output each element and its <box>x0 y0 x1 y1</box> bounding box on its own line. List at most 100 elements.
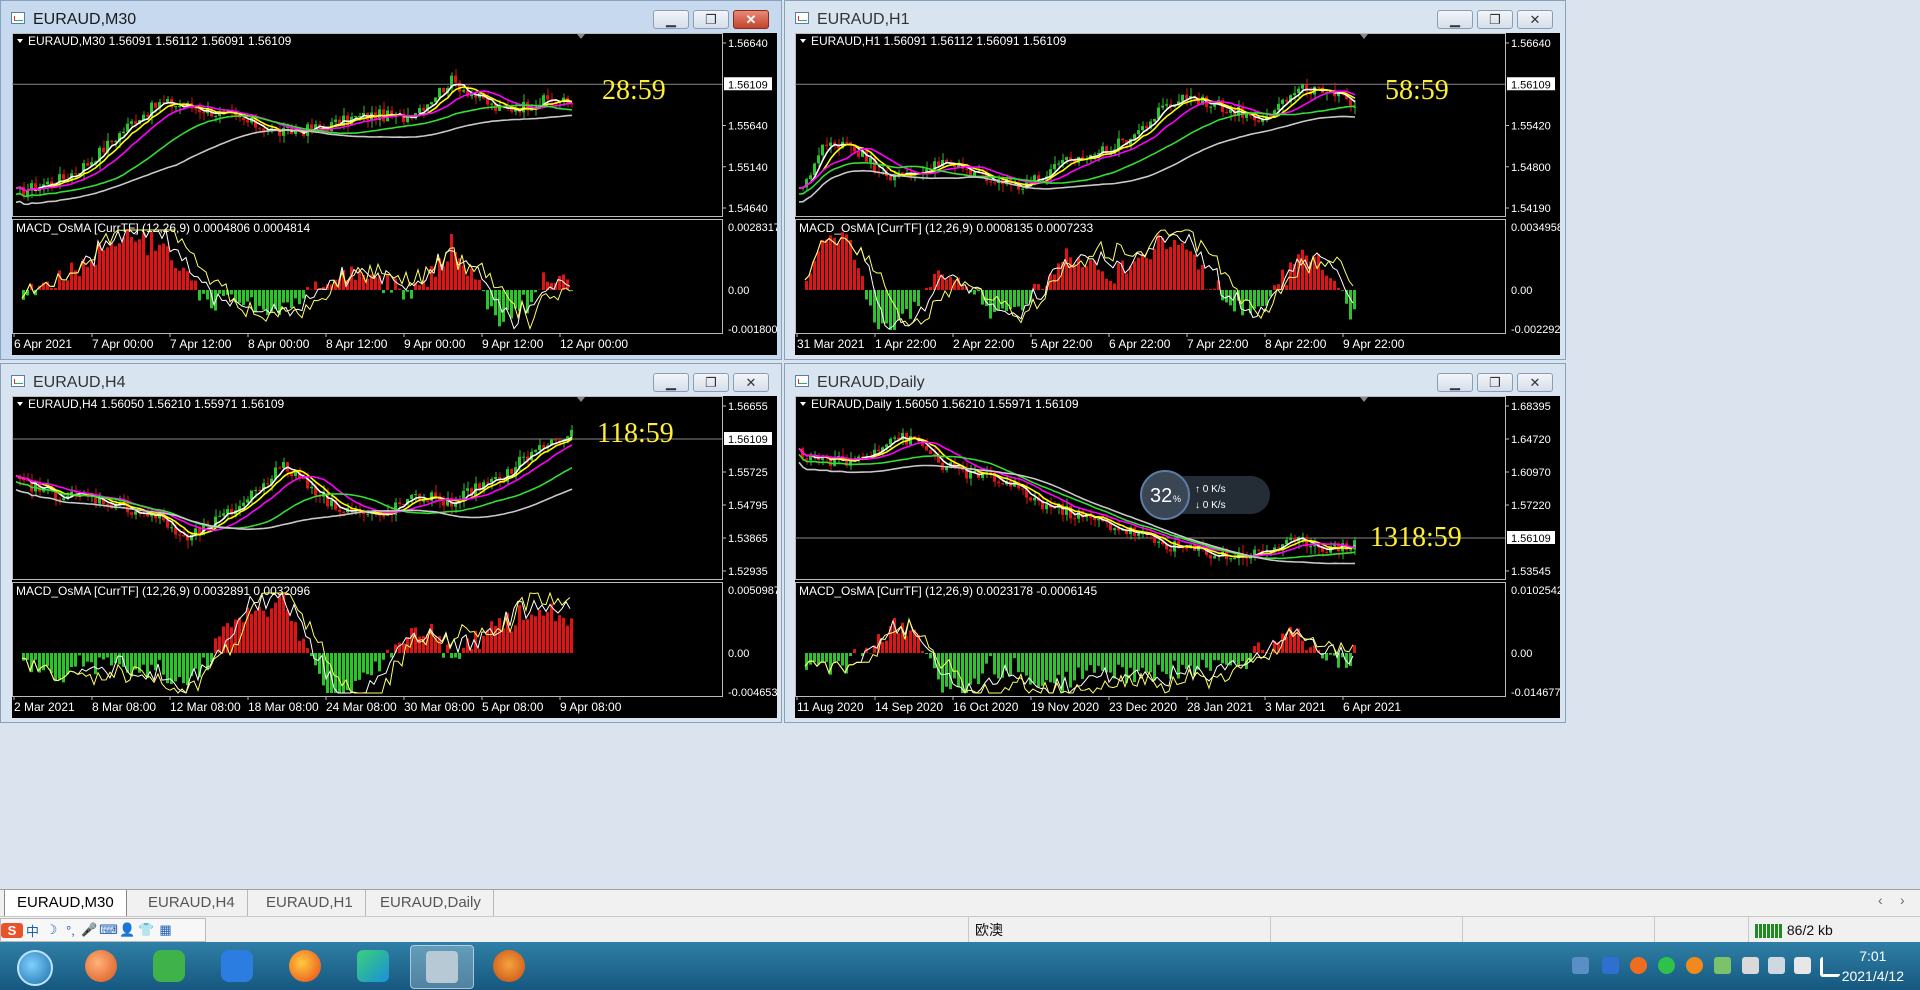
minimize-button[interactable]: ▁ <box>1437 10 1473 29</box>
macd-bar <box>170 260 173 290</box>
candle <box>1137 533 1140 536</box>
tray-wechat-icon[interactable] <box>1658 957 1675 974</box>
close-button[interactable]: ✕ <box>733 373 769 392</box>
tab-scroll-left-icon[interactable]: ‹ <box>1878 892 1883 908</box>
macd-bar <box>941 653 944 693</box>
user-icon[interactable]: 👤 <box>118 922 137 938</box>
macd-bar <box>1001 290 1004 309</box>
keyboard-icon[interactable]: ⌨ <box>99 922 118 938</box>
moon-icon[interactable]: ☽ <box>42 922 61 938</box>
taskbar-app-firefox[interactable] <box>274 945 336 987</box>
taskbar-app-notes[interactable] <box>206 945 268 987</box>
tray-shield-icon[interactable] <box>1602 957 1619 974</box>
macd-bar <box>126 230 129 290</box>
close-button[interactable]: ✕ <box>733 10 769 29</box>
close-button[interactable]: ✕ <box>1517 10 1553 29</box>
dropdown-icon <box>800 402 806 406</box>
minimize-button[interactable]: ▁ <box>653 373 689 392</box>
minimize-button[interactable]: ▁ <box>653 10 689 29</box>
candle <box>114 141 117 143</box>
macd-bar <box>542 615 545 653</box>
minimize-icon: ▁ <box>666 375 676 390</box>
macd-bar <box>454 653 457 658</box>
tab-euraud-h4[interactable]: EURAUD,H4 <box>136 890 248 916</box>
macd-bar <box>1205 289 1208 290</box>
tray-firefox-icon[interactable] <box>1686 957 1703 974</box>
upload-speed: ↑ 0 K/s <box>1195 484 1226 495</box>
macd-axis-label: 0.0034958 <box>1511 222 1560 234</box>
tray-usb-icon[interactable] <box>1572 957 1589 974</box>
taskbar-app-ninja[interactable] <box>478 945 540 987</box>
candle <box>1033 497 1036 501</box>
system-clock[interactable]: 7:01 2021/4/12 <box>1842 946 1904 986</box>
candle <box>434 97 437 103</box>
chart-area[interactable]: EURAUD,M30 1.56091 1.56112 1.56091 1.561… <box>12 33 777 355</box>
candle <box>1097 519 1100 521</box>
chart-window-h1[interactable]: EURAUD,H1 ▁ ❐ ✕ EURAUD,H1 1.56091 1.5611… <box>784 0 1566 360</box>
time-axis-label: 6 Apr 2021 <box>14 337 72 351</box>
maximize-button[interactable]: ❐ <box>1477 10 1513 29</box>
candle <box>358 115 361 117</box>
tab-euraud-m30[interactable]: EURAUD,M30 <box>4 890 127 917</box>
microphone-icon[interactable]: 🎤 <box>80 922 99 938</box>
tab-euraud-h1[interactable]: EURAUD,H1 <box>254 890 366 916</box>
candle <box>1157 541 1160 543</box>
skin-icon[interactable]: 👕 <box>137 922 156 938</box>
macd-bar <box>925 653 928 655</box>
chart-window-m30[interactable]: EURAUD,M30 ▁ ❐ ✕ EURAUD,M30 1.56091 1.56… <box>0 0 782 360</box>
macd-bar <box>266 616 269 653</box>
macd-axis-label: 0.0050987 <box>728 585 777 597</box>
taskbar-app-wechat[interactable] <box>138 945 200 987</box>
candle <box>62 498 65 501</box>
toolbox-icon[interactable]: ▦ <box>156 922 175 938</box>
candles <box>801 78 1356 195</box>
candle <box>1285 99 1288 102</box>
chart-tabs: EURAUD,M30 EURAUD,H4 EURAUD,H1 EURAUD,Da… <box>0 889 1920 917</box>
tray-signal-icon[interactable] <box>1820 957 1840 977</box>
macd-bar <box>977 653 980 684</box>
macd-bar <box>1073 264 1076 290</box>
chart-window-h4[interactable]: EURAUD,H4 ▁ ❐ ✕ EURAUD,H4 1.56050 1.5621… <box>0 363 782 723</box>
taskbar-app-player[interactable] <box>342 945 404 987</box>
close-button[interactable]: ✕ <box>1517 373 1553 392</box>
time-axis-label: 5 Apr 22:00 <box>1031 337 1093 351</box>
candle <box>266 483 269 485</box>
ime-toolbar[interactable]: S 中 ☽ °, 🎤 ⌨ 👤 👕 ▦ <box>0 918 206 942</box>
candle <box>1185 547 1188 549</box>
maximize-button[interactable]: ❐ <box>693 373 729 392</box>
candle <box>1317 86 1320 88</box>
chart-header: EURAUD,M30 1.56091 1.56112 1.56091 1.561… <box>28 34 292 48</box>
start-button[interactable] <box>2 945 66 987</box>
chart-area[interactable]: EURAUD,H4 1.56050 1.56210 1.55971 1.5610… <box>12 396 777 718</box>
chart-header: EURAUD,H4 1.56050 1.56210 1.55971 1.5610… <box>28 397 285 411</box>
maximize-button[interactable]: ❐ <box>1477 373 1513 392</box>
macd-bar <box>1333 280 1336 290</box>
chart-area[interactable]: EURAUD,Daily 1.56050 1.56210 1.55971 1.5… <box>795 396 1560 718</box>
punctuation-icon[interactable]: °, <box>61 923 80 938</box>
tab-scroll-right-icon[interactable]: › <box>1900 892 1905 908</box>
tab-euraud-daily[interactable]: EURAUD,Daily <box>368 890 494 916</box>
candle <box>166 520 169 528</box>
ime-chinese-mode[interactable]: 中 <box>23 921 42 940</box>
taskbar-app-mt4[interactable] <box>410 945 474 989</box>
tray-network-icon[interactable] <box>1714 957 1731 974</box>
macd-bar <box>262 610 265 653</box>
tray-display-icon[interactable] <box>1742 957 1759 974</box>
maximize-button[interactable]: ❐ <box>693 10 729 29</box>
sogou-logo-icon[interactable]: S <box>1 922 23 938</box>
chart-window-icon <box>795 375 809 387</box>
macd-bar <box>102 249 105 290</box>
macd-bar <box>206 290 209 300</box>
macd-bar <box>390 653 393 658</box>
macd-bar <box>166 246 169 290</box>
taskbar-app-1[interactable] <box>70 945 132 987</box>
macd-bar <box>1053 274 1056 290</box>
cpu-percent: 32 <box>1150 485 1172 507</box>
tray-app-icon[interactable] <box>1630 957 1647 974</box>
chart-window-daily[interactable]: EURAUD,Daily ▁ ❐ ✕ EURAUD,Daily 1.56050 … <box>784 363 1566 723</box>
chart-area[interactable]: EURAUD,H1 1.56091 1.56112 1.56091 1.5610… <box>795 33 1560 355</box>
tray-flag-icon[interactable] <box>1794 957 1811 974</box>
minimize-button[interactable]: ▁ <box>1437 373 1473 392</box>
tray-speaker-muted-icon[interactable] <box>1768 957 1785 974</box>
orange-app-icon <box>85 950 117 982</box>
